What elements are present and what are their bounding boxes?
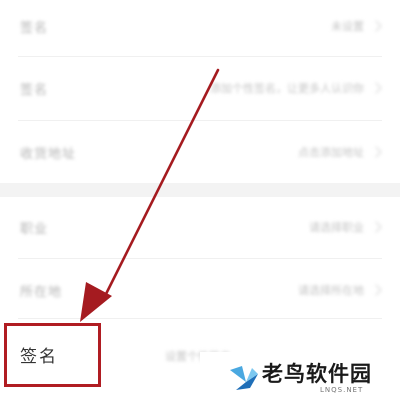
chevron-right-icon <box>370 82 382 94</box>
row-value-text: 未设置 <box>331 20 364 33</box>
row-value-text: 点击添加地址 <box>298 146 364 159</box>
row-label: 收货地址 <box>20 146 77 162</box>
settings-row-bio[interactable]: 签名 添加个性签名，让更多人认识你 <box>0 66 400 110</box>
watermark-brand: 老鸟软件园 <box>262 362 372 386</box>
divider <box>18 258 382 259</box>
row-value-text: 请选择职业 <box>309 221 364 234</box>
settings-row-location[interactable]: 所在地 请选择所在地 <box>0 268 400 312</box>
chevron-right-icon <box>370 20 382 32</box>
row-label: 职业 <box>20 221 49 237</box>
signature-label[interactable]: 签名 <box>20 342 58 367</box>
row-label: 签名 <box>20 20 49 36</box>
row-label: 签名 <box>20 82 49 98</box>
row-value: 未设置 <box>331 18 382 34</box>
chevron-right-icon <box>370 146 382 158</box>
bird-logo-icon <box>230 366 258 390</box>
divider <box>18 120 382 121</box>
row-value-text: 添加个性签名，让更多人认识你 <box>210 82 364 95</box>
divider <box>18 318 382 319</box>
watermark-sub: LNQS.NET <box>320 386 364 394</box>
row-value: 点击添加地址 <box>298 144 382 160</box>
settings-row-top[interactable]: 签名 未设置 <box>0 4 400 48</box>
settings-row-job[interactable]: 职业 请选择职业 <box>0 205 400 249</box>
row-value: 添加个性签名，让更多人认识你 <box>210 80 382 96</box>
profile-edit-screen: 签名 未设置 签名 添加个性签名，让更多人认识你 收货地址 点击添加地址 职业 … <box>0 0 400 402</box>
section-gap <box>0 183 400 197</box>
row-value: 请选择所在地 <box>298 282 382 298</box>
watermark: 老鸟软件园 LNQS.NET <box>200 352 400 402</box>
settings-row-address[interactable]: 收货地址 点击添加地址 <box>0 130 400 174</box>
chevron-right-icon <box>370 284 382 296</box>
chevron-right-icon <box>370 221 382 233</box>
row-label: 所在地 <box>20 284 63 300</box>
row-value: 请选择职业 <box>309 219 382 235</box>
row-value-text: 请选择所在地 <box>298 284 364 297</box>
divider <box>18 56 382 57</box>
